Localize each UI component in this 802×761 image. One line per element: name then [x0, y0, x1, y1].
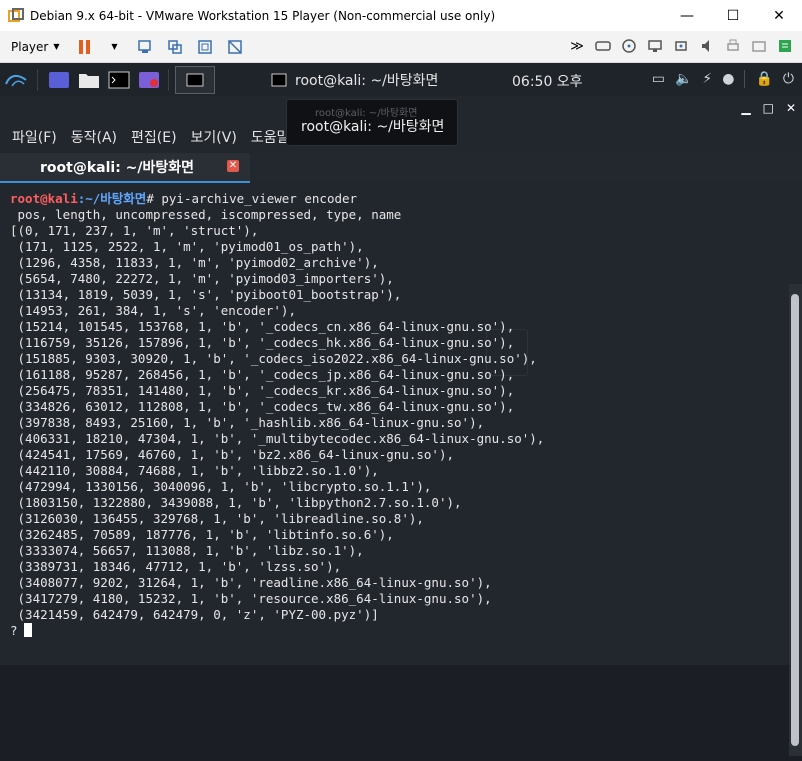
output-line: (256475, 78351, 141480, 1, 'b', '_codecs…	[10, 383, 515, 398]
close-button[interactable]: ✕	[756, 0, 802, 31]
printer-icon[interactable]	[722, 35, 744, 57]
window-title: Debian 9.x 64-bit - VMware Workstation 1…	[30, 8, 496, 23]
terminal-app-icon[interactable]	[106, 69, 132, 91]
vmware-app-icon	[8, 7, 24, 24]
folder-icon[interactable]	[76, 69, 102, 91]
terminal-window: ▁ □ ✕ 파일(F) 동작(A) 편집(E) 보기(V) 도움말(H) roo…	[0, 96, 802, 756]
volume-icon[interactable]: 🔈	[675, 71, 692, 87]
panel-divider	[37, 68, 38, 91]
output-line: (116759, 35126, 157896, 1, 'b', '_codecs…	[10, 335, 515, 350]
terminal-tabbar: root@kali: ~/바탕화면 ✕	[0, 153, 802, 183]
player-menu[interactable]: Player ▼	[11, 40, 60, 54]
prompt-user: root@kali	[10, 191, 78, 206]
taskbar-terminal-item[interactable]: root@kali: ~/바탕화면	[271, 68, 472, 92]
unity-icon[interactable]	[224, 36, 246, 58]
output-line: (1296, 4358, 11833, 1, 'm', 'pyimod02_ar…	[10, 255, 379, 270]
terminal-icon	[271, 73, 287, 87]
output-line: (3262485, 70589, 187776, 1, 'b', 'libtin…	[10, 527, 394, 542]
library-icon[interactable]	[164, 36, 186, 58]
terminal-minimize-icon[interactable]: ▁	[741, 101, 750, 115]
output-line: (3389731, 18346, 47712, 1, 'b', 'lzss.so…	[10, 559, 342, 574]
desktop-icon[interactable]	[46, 69, 72, 91]
bell-icon[interactable]: ●	[722, 71, 734, 87]
output-line: (151885, 9303, 30920, 1, 'b', '_codecs_i…	[10, 351, 537, 366]
output-line: (3421459, 642479, 642479, 0, 'z', 'PYZ-0…	[10, 607, 379, 622]
menu-action[interactable]: 동작(A)	[71, 127, 117, 147]
tooltip-text: root@kali: ~/바탕화면	[301, 119, 445, 135]
scrollbar-thumb[interactable]	[791, 294, 799, 746]
output-line: (424541, 17569, 46760, 1, 'b', 'bz2.x86_…	[10, 447, 455, 462]
terminal-tab[interactable]: root@kali: ~/바탕화면 ✕	[0, 153, 250, 183]
output-line: (334826, 63012, 112808, 1, 'b', '_codecs…	[10, 399, 515, 414]
forward-icon[interactable]: ≫	[566, 35, 588, 57]
terminal-menubar: 파일(F) 동작(A) 편집(E) 보기(V) 도움말(H)	[12, 127, 311, 147]
output-line: (161188, 95287, 268456, 1, 'b', '_codecs…	[10, 367, 515, 382]
screen-recorder-icon[interactable]	[136, 69, 162, 91]
tray-divider	[744, 70, 746, 88]
send-ctrl-alt-del-icon[interactable]	[134, 36, 156, 58]
output-line: (5654, 7480, 22272, 1, 'm', 'pyimod03_im…	[10, 271, 394, 286]
prompt-symbol: #	[146, 191, 162, 206]
menu-view[interactable]: 보기(V)	[191, 127, 237, 147]
window-icon[interactable]: ▭	[652, 71, 665, 87]
workspace-terminal-icon[interactable]	[175, 65, 215, 94]
logout-icon[interactable]: ⏻	[783, 71, 794, 87]
chevron-down-icon: ▼	[53, 42, 60, 51]
output-line: (171, 1125, 2522, 1, 'm', 'pyimod01_os_p…	[10, 239, 364, 254]
tray-icon[interactable]	[748, 35, 770, 57]
menu-file[interactable]: 파일(F)	[12, 127, 57, 147]
text-cursor	[23, 623, 32, 637]
power-icon[interactable]: ⚡	[702, 71, 712, 87]
cd-icon[interactable]	[618, 35, 640, 57]
lock-icon[interactable]: 🔒	[755, 71, 772, 87]
output-line: [(0, 171, 237, 1, 'm', 'struct'),	[10, 223, 259, 238]
fullscreen-icon[interactable]	[194, 36, 216, 58]
drive-icon[interactable]	[592, 35, 614, 57]
output-line: (15214, 101545, 153768, 1, 'b', '_codecs…	[10, 319, 515, 334]
usb-icon[interactable]	[670, 35, 692, 57]
window-titlebar: Debian 9.x 64-bit - VMware Workstation 1…	[0, 0, 802, 31]
output-line: pos, length, uncompressed, iscompressed,…	[10, 207, 402, 222]
terminal-maximize-icon[interactable]: □	[763, 101, 774, 115]
output-line: (406331, 18210, 47304, 1, 'b', '_multiby…	[10, 431, 545, 446]
prompt-path: :~/바탕화면	[77, 191, 147, 206]
input-line: ?	[10, 623, 789, 639]
player-menu-label: Player	[11, 39, 49, 54]
output-line: (13134, 1819, 5039, 1, 's', 'pyiboot01_b…	[10, 287, 402, 302]
panel-divider	[168, 68, 169, 91]
terminal-tab-label: root@kali: ~/바탕화면	[40, 160, 195, 176]
command-text: pyi-archive_viewer encoder	[161, 191, 358, 206]
terminal-close-icon[interactable]: ✕	[786, 101, 796, 115]
output-line: (3126030, 136455, 329768, 1, 'b', 'libre…	[10, 511, 424, 526]
minimize-button[interactable]: —	[664, 0, 710, 31]
menu-edit[interactable]: 편집(E)	[131, 127, 177, 147]
prompt-line: root@kali:~/바탕화면# pyi-archive_viewer enc…	[10, 191, 789, 207]
output-line: (1803150, 1322880, 3439088, 1, 'b', 'lib…	[10, 495, 462, 510]
taskbar-tooltip: root@kali: ~/바탕화면 root@kali: ~/바탕화면	[286, 99, 458, 146]
pause-icon[interactable]	[74, 36, 96, 58]
network-icon[interactable]	[644, 35, 666, 57]
terminal-scrollbar[interactable]	[789, 284, 802, 756]
clock[interactable]: 06:50 오후	[512, 71, 583, 91]
vmware-toolbar: Player ▼ ▼ ≫	[0, 31, 802, 63]
output-line: (3333074, 56657, 113088, 1, 'b', 'libz.s…	[10, 543, 364, 558]
notes-icon[interactable]	[774, 35, 796, 57]
output-line: (3408077, 9202, 31264, 1, 'b', 'readline…	[10, 575, 492, 590]
sound-icon[interactable]	[696, 35, 718, 57]
dropdown-icon[interactable]: ▼	[104, 36, 126, 58]
kali-panel: root@kali: ~/바탕화면 06:50 오후 ▭ 🔈 ⚡ ● 🔒 ⏻	[0, 63, 802, 96]
output-line: (397838, 8493, 25160, 1, 'b', '_hashlib.…	[10, 415, 485, 430]
kali-menu-icon[interactable]	[3, 69, 29, 91]
output-line: (14953, 261, 384, 1, 's', 'encoder'),	[10, 303, 296, 318]
terminal-console[interactable]: root@kali:~/바탕화면# pyi-archive_viewer enc…	[0, 191, 789, 761]
output-line: (442110, 30884, 74688, 1, 'b', 'libbz2.s…	[10, 463, 379, 478]
taskbar-terminal-label: root@kali: ~/바탕화면	[295, 73, 439, 89]
output-line: (3417279, 4180, 15232, 1, 'b', 'resource…	[10, 591, 492, 606]
maximize-button[interactable]: ☐	[710, 0, 756, 31]
tab-close-icon[interactable]: ✕	[227, 160, 239, 172]
input-prompt: ?	[10, 623, 18, 638]
output-line: (472994, 1330156, 3040096, 1, 'b', 'libc…	[10, 479, 432, 494]
